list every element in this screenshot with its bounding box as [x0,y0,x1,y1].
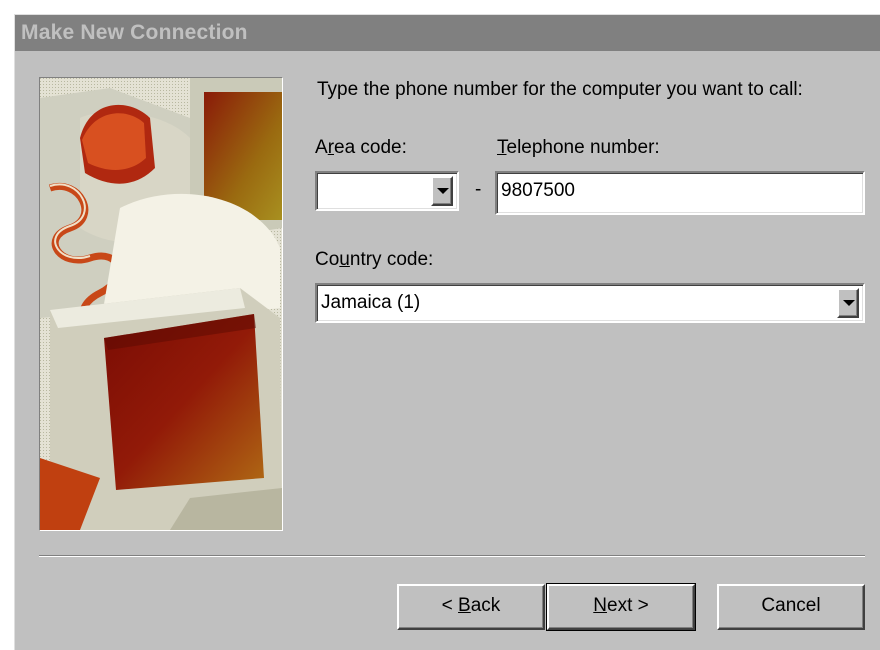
back-button[interactable]: < Back [397,584,545,630]
cancel-button[interactable]: Cancel [717,584,865,630]
dash-separator: - [475,179,482,200]
make-new-connection-dialog: Make New Connection Type the phone numbe… [14,14,880,650]
telephone-number-label: Telephone number: [497,137,660,158]
area-code-dropdown-button[interactable] [431,176,453,206]
button-separator [39,555,865,557]
area-code-label: Area code: [315,137,407,158]
title-bar: Make New Connection [15,15,880,51]
country-code-value[interactable]: Jamaica (1) [321,292,420,313]
country-code-label: Country code: [315,249,434,270]
area-code-combo[interactable] [315,171,459,211]
country-code-dropdown-button[interactable] [837,288,859,318]
country-code-combo[interactable]: Jamaica (1) [315,283,865,323]
window-title: Make New Connection [21,21,248,44]
instruction-text: Type the phone number for the computer y… [317,79,803,100]
wizard-illustration [39,77,283,531]
next-button[interactable]: Next > [546,583,696,631]
chevron-down-icon [437,188,449,194]
telephone-number-field[interactable]: 9807500 [495,171,865,215]
chevron-down-icon [843,300,855,306]
telephone-number-value[interactable]: 9807500 [501,180,575,201]
